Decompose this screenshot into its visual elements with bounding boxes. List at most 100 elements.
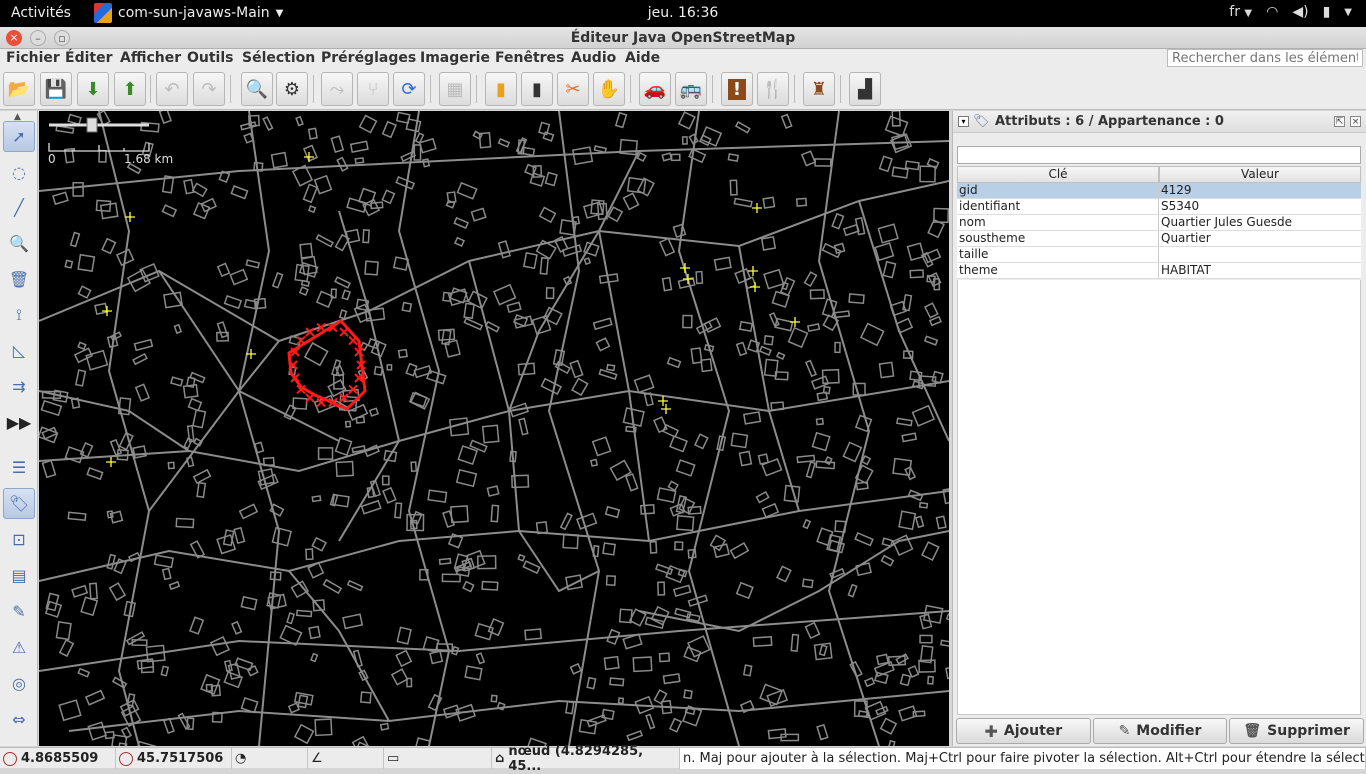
menu-prereglages[interactable]: Préréglages <box>321 50 416 66</box>
table-row[interactable]: nom Quartier Jules Guesde <box>957 215 1361 231</box>
building-outline <box>175 517 195 529</box>
building-outline <box>187 397 203 412</box>
measure-tool-button[interactable]: ◺ <box>3 335 35 366</box>
building-outline <box>64 446 85 464</box>
tools-icon[interactable]: ✂ <box>557 72 589 106</box>
node-icon: ⌂ <box>495 751 505 766</box>
tags-panel-button[interactable]: 🏷 <box>3 488 35 519</box>
table-row[interactable]: gid 4129 <box>957 183 1361 199</box>
search-input[interactable] <box>1167 49 1363 67</box>
simplify-icon[interactable]: ⤳ <box>321 72 353 106</box>
edit-icon: ✎ <box>1118 723 1131 739</box>
menu-aide[interactable]: Aide <box>625 50 660 66</box>
download-icon[interactable]: ⬇ <box>77 72 109 106</box>
building-outline <box>167 461 175 470</box>
menu-editer[interactable]: Éditer <box>65 50 112 66</box>
validator-button[interactable]: ◎ <box>3 668 35 699</box>
split-icon[interactable]: ⑂ <box>357 72 389 106</box>
building-outline <box>847 583 858 598</box>
undo-icon[interactable]: ↶ <box>156 72 188 106</box>
building-outline <box>733 197 753 208</box>
menu-fenetres[interactable]: Fenêtres <box>495 50 564 66</box>
blank-icon[interactable]: ▦ <box>439 72 471 106</box>
building-outline <box>271 526 292 547</box>
building-outline <box>183 437 193 450</box>
building-outline <box>561 244 583 257</box>
menu-imagerie[interactable]: Imagerie <box>420 50 490 66</box>
building-outline <box>658 652 671 663</box>
building-outline <box>945 664 949 680</box>
factory-icon[interactable]: ▟ <box>849 72 881 106</box>
building-outline <box>677 111 696 130</box>
value-column-header[interactable]: Valeur <box>1159 166 1361 183</box>
building-outline <box>238 503 259 520</box>
conflict-button[interactable]: ⚠ <box>3 632 35 663</box>
warning-icon[interactable]: ! <box>721 72 753 106</box>
building-outline <box>524 628 543 641</box>
menu-outils[interactable]: Outils <box>187 50 234 66</box>
improve-way-tool-button[interactable]: ⟟ <box>3 299 35 330</box>
upload-icon[interactable]: ⬆ <box>114 72 146 106</box>
table-row[interactable]: identifiant S5340 <box>957 199 1361 215</box>
zoom-icon[interactable]: 🔍 <box>241 72 273 106</box>
building-outline <box>811 431 831 452</box>
parallel-tool-button[interactable]: ⇉ <box>3 371 35 402</box>
menu-fichier[interactable]: Fichier <box>6 50 60 66</box>
road-icon[interactable]: ▮ <box>485 72 517 106</box>
table-row[interactable]: theme HABITAT <box>957 263 1361 279</box>
building-outline <box>854 531 874 547</box>
close-icon[interactable]: × <box>1350 116 1361 127</box>
activities-button[interactable]: Activités <box>11 5 71 21</box>
railway-icon[interactable]: ▮ <box>521 72 553 106</box>
clock[interactable]: jeu. 16:36 <box>648 5 719 21</box>
add-button[interactable]: ✚ Ajouter <box>956 718 1091 744</box>
language-indicator[interactable]: fr ▼ <box>1229 4 1252 20</box>
menu-audio[interactable]: Audio <box>571 50 616 66</box>
building-outline <box>413 144 422 161</box>
history-button[interactable]: ✎ <box>3 596 35 627</box>
building-outline <box>338 309 348 320</box>
tag-filter-input[interactable] <box>957 146 1361 164</box>
delete-tool-button[interactable]: 🗑 <box>3 264 35 295</box>
app-menu[interactable]: com-sun-javaws-Main ▼ <box>94 3 283 23</box>
select-tool-button[interactable]: ➚ <box>3 121 35 152</box>
selection-list-button[interactable]: ⊡ <box>3 524 35 555</box>
detach-icon[interactable]: ⇱ <box>1334 116 1345 127</box>
building-outline <box>354 157 365 165</box>
menu-selection[interactable]: Sélection <box>242 50 315 66</box>
car-icon[interactable]: 🚗 <box>639 72 671 106</box>
filter-button[interactable]: ⇔ <box>3 704 35 735</box>
map-view[interactable]: 0 1.68 km <box>39 111 949 746</box>
building-outline <box>209 636 230 657</box>
draw-tool-button[interactable]: ╱ <box>3 192 35 223</box>
table-row[interactable]: taille <box>957 247 1361 263</box>
boundary-line <box>237 111 281 746</box>
system-tray[interactable]: fr ▼ ◠ ◀) ▮ ▼ <box>1229 4 1352 20</box>
building-outline <box>571 146 594 166</box>
building-outline <box>395 111 411 124</box>
map-canvas[interactable] <box>39 111 949 746</box>
key-column-header[interactable]: Clé <box>957 166 1159 183</box>
relations-button[interactable]: ▤ <box>3 560 35 591</box>
collapse-icon[interactable]: ▾ <box>958 116 969 127</box>
delete-button[interactable]: 🗑 Supprimer <box>1229 718 1365 744</box>
redo-icon[interactable]: ↷ <box>193 72 225 106</box>
building-outline <box>763 268 785 290</box>
restaurant-icon[interactable]: 🍴 <box>757 72 789 106</box>
refresh-icon[interactable]: ⟳ <box>393 72 425 106</box>
more-tools-button[interactable]: ▶▶ <box>3 407 35 438</box>
building-outline <box>310 652 319 663</box>
hand-icon[interactable]: ✋ <box>593 72 625 106</box>
building-outline <box>538 206 557 224</box>
open-icon[interactable]: 📂 <box>3 72 35 106</box>
zoom-tool-button[interactable]: 🔍 <box>3 228 35 259</box>
table-row[interactable]: soustheme Quartier <box>957 231 1361 247</box>
lasso-tool-button[interactable]: ◌ <box>3 157 35 188</box>
edit-button[interactable]: ✎ Modifier <box>1092 718 1228 744</box>
preferences-icon[interactable]: ⚙ <box>276 72 308 106</box>
menu-afficher[interactable]: Afficher <box>120 50 181 66</box>
bus-icon[interactable]: 🚌 <box>675 72 707 106</box>
castle-icon[interactable]: ♜ <box>803 72 835 106</box>
save-icon[interactable]: 💾 <box>40 72 72 106</box>
layers-button[interactable]: ☰ <box>3 452 35 483</box>
